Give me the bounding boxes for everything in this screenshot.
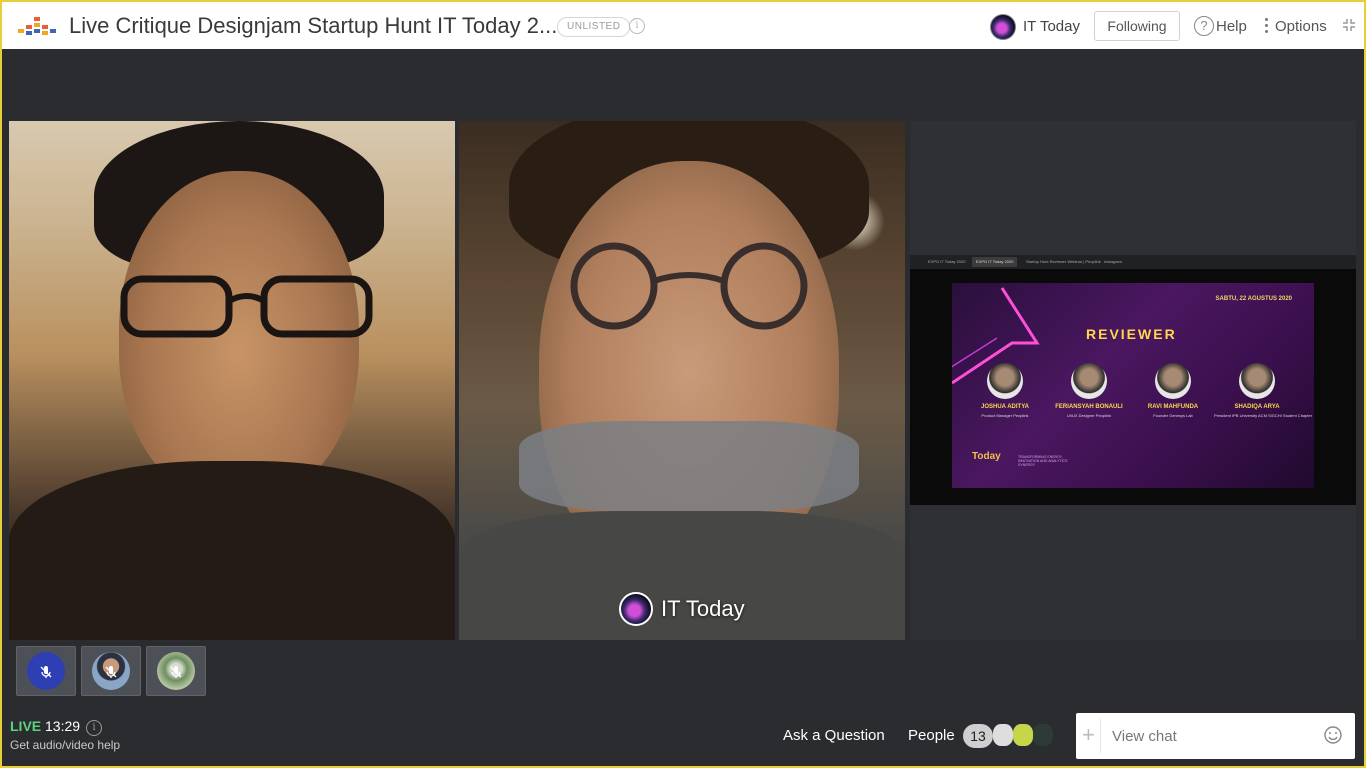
logo-icon[interactable] — [16, 15, 60, 37]
slide-tagline: TRANSFORMING ENERGY, INNOVATION AND ANAL… — [1018, 455, 1068, 467]
browser-tab: EXPO IT Today 2020 — [928, 259, 966, 264]
reviewer-card: FERIANSYAH BONAULI UI/UX Designer Peopli… — [1046, 363, 1132, 418]
browser-tab: Instagram — [1104, 259, 1122, 264]
reviewer-card: SHADIQA ARYA President IPB University AC… — [1214, 363, 1313, 418]
reviewer-role: Product Manager Peoplink — [981, 413, 1029, 418]
mic-muted-icon — [105, 666, 117, 678]
reviewer-photo — [1239, 363, 1275, 399]
reviewer-card: RAVI MAHFUNDA Founder Genesys Lab — [1130, 363, 1216, 418]
viewer-avatar — [1013, 724, 1033, 746]
people-button[interactable]: People — [908, 727, 955, 744]
page-title: Live Critique Designjam Startup Hunt IT … — [69, 13, 558, 38]
options-button[interactable]: Options — [1275, 18, 1327, 35]
participant-thumbnail[interactable] — [146, 646, 206, 696]
shared-screen: EXPO IT Today 2020 EXPO IT Today 2020 St… — [910, 255, 1356, 505]
participant-thumbnail[interactable] — [16, 646, 76, 696]
mic-muted-icon — [170, 666, 182, 678]
audio-video-help-link[interactable]: Get audio/video help — [10, 738, 120, 752]
reviewer-role: UI/UX Designer Peoplink — [1066, 413, 1112, 418]
viewer-avatar — [993, 724, 1013, 746]
help-button[interactable]: Help — [1216, 18, 1247, 35]
channel-name[interactable]: IT Today — [1023, 18, 1080, 35]
screen-share-tile[interactable]: EXPO IT Today 2020 EXPO IT Today 2020 St… — [910, 121, 1356, 640]
collapse-icon[interactable] — [1342, 18, 1356, 32]
live-indicator: LIVE — [10, 718, 42, 734]
presentation-slide: SABTU, 22 AGUSTUS 2020 REVIEWER JOSHUA A… — [952, 283, 1314, 488]
plus-icon[interactable]: + — [1082, 723, 1095, 747]
options-icon[interactable] — [1265, 18, 1269, 36]
video-tile-presenter[interactable]: IT Today — [459, 121, 905, 640]
following-button[interactable]: Following — [1094, 11, 1180, 41]
people-count-badge[interactable]: 13 — [963, 724, 993, 748]
glasses-shape — [120, 275, 373, 338]
reviewer-name: JOSHUA ADITYA — [980, 404, 1029, 410]
glasses-shape — [570, 242, 808, 330]
presenter-name: IT Today — [661, 596, 745, 621]
reviewer-role: President IPB University ACM SIGCHI Stud… — [1214, 413, 1313, 418]
reviewer-photo — [1155, 363, 1191, 399]
browser-tab-strip: EXPO IT Today 2020 EXPO IT Today 2020 St… — [910, 255, 1356, 269]
browser-tab: EXPO IT Today 2020 — [972, 257, 1018, 267]
video-tile-participant-1[interactable] — [9, 121, 455, 640]
chat-bar: + — [1076, 713, 1355, 759]
info-icon[interactable]: i — [86, 720, 102, 736]
top-bar: Live Critique Designjam Startup Hunt IT … — [2, 2, 1364, 49]
slide-logo: Today — [972, 451, 1001, 462]
browser-tab: Startup Hunt Reviewer Webinar | Peoplink — [1026, 259, 1101, 264]
slide-date: SABTU, 22 AGUSTUS 2020 — [1215, 296, 1292, 302]
slide-title: REVIEWER — [1086, 326, 1177, 342]
reviewer-name: FERIANSYAH BONAULI — [1055, 404, 1123, 410]
elapsed-time: 13:29 — [45, 718, 81, 734]
reviewer-name: SHADIQA ARYA — [1234, 404, 1280, 410]
viewer-avatar — [1033, 724, 1053, 746]
emoji-icon[interactable] — [1324, 726, 1342, 744]
presenter-avatar — [619, 592, 653, 626]
reviewer-card: JOSHUA ADITYA Product Manager Peoplink — [962, 363, 1048, 418]
mic-muted-icon — [40, 666, 52, 678]
help-icon[interactable]: ? — [1194, 16, 1214, 36]
ask-question-button[interactable]: Ask a Question — [783, 727, 885, 744]
reviewer-photo — [1071, 363, 1107, 399]
reviewer-role: Founder Genesys Lab — [1153, 413, 1193, 418]
visibility-badge: UNLISTED — [557, 17, 631, 37]
participant-thumbnail[interactable] — [81, 646, 141, 696]
info-icon[interactable]: i — [629, 18, 645, 34]
chat-input[interactable] — [1110, 721, 1314, 751]
channel-avatar[interactable] — [990, 14, 1016, 40]
reviewer-name: RAVI MAHFUNDA — [1147, 404, 1199, 410]
reviewer-photo — [987, 363, 1023, 399]
